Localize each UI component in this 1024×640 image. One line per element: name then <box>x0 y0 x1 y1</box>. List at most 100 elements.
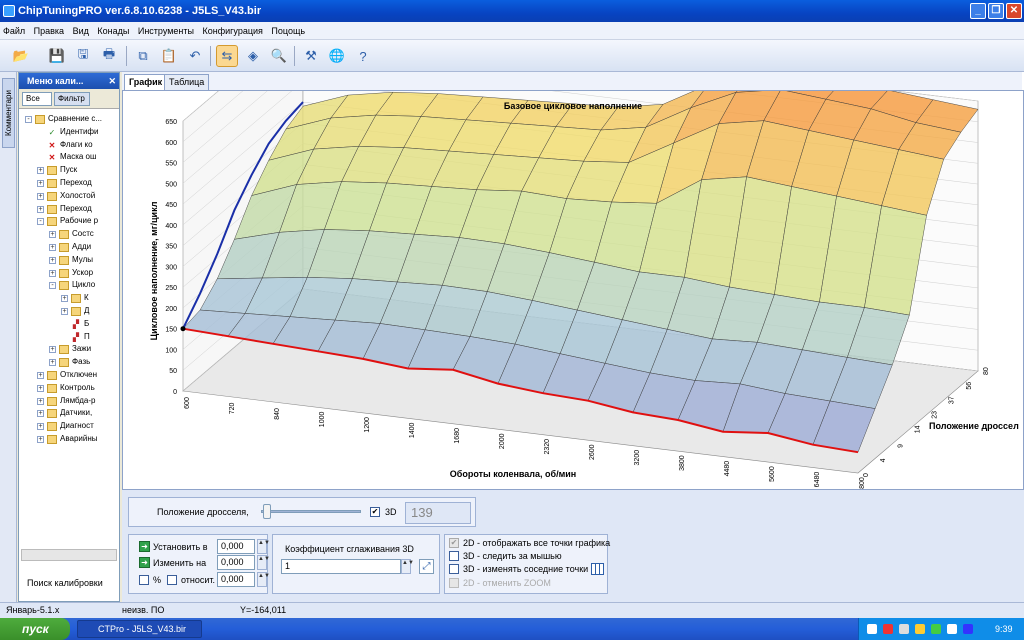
menu-tools[interactable]: Инструменты <box>135 22 197 40</box>
tree-item[interactable]: - Рабочие р <box>21 215 117 228</box>
compare-icon[interactable]: ⇆ <box>216 45 238 67</box>
tree-item[interactable]: ▞ Б <box>21 318 117 331</box>
tree-item[interactable]: + Фазь <box>21 356 117 369</box>
relative-checkbox[interactable] <box>167 575 177 585</box>
relative-input[interactable]: 0,000 <box>217 572 255 587</box>
tree-item[interactable]: ▞ П <box>21 331 117 344</box>
tab-graph[interactable]: График <box>124 74 168 90</box>
minimize-icon[interactable]: _ <box>970 3 986 19</box>
tree-item[interactable]: ✕ Флаги ко <box>21 139 117 152</box>
menu-help[interactable]: Поцощь <box>268 22 308 40</box>
search-icon[interactable]: 🔍 <box>268 45 290 67</box>
open-icon[interactable]: 📂 <box>10 45 32 67</box>
tree-item[interactable]: + К <box>21 292 117 305</box>
set-to-label[interactable]: Установить в <box>153 542 208 552</box>
expand-icon[interactable]: + <box>49 346 56 354</box>
expand-icon[interactable]: + <box>49 359 56 367</box>
expand-icon[interactable]: + <box>49 256 56 264</box>
tree-item[interactable]: + Датчики, <box>21 407 117 420</box>
tree-item[interactable]: + Контроль <box>21 382 117 395</box>
save-icon[interactable]: 💾 <box>46 45 68 67</box>
tree-item[interactable]: - Цикло <box>21 279 117 292</box>
collapse-icon[interactable]: - <box>49 282 56 290</box>
opt-follow-mouse-checkbox[interactable] <box>449 551 459 561</box>
calibration-search-label[interactable]: Поиск калибровки <box>27 578 103 588</box>
percent-checkbox[interactable] <box>139 575 149 585</box>
tray-icon-5[interactable] <box>931 624 941 634</box>
tree-item[interactable]: + Ускор <box>21 267 117 280</box>
set-to-spinner[interactable]: ▲▼ <box>257 539 270 554</box>
tree-item[interactable]: + Диагност <box>21 420 117 433</box>
tree-item[interactable]: + Зажи <box>21 343 117 356</box>
expand-icon[interactable]: + <box>49 243 56 251</box>
smoothing-input[interactable]: 1 <box>281 559 401 574</box>
throttle-slider-thumb[interactable] <box>263 504 271 519</box>
expand-icon[interactable]: + <box>37 192 44 200</box>
tray-icon-7[interactable] <box>963 624 973 634</box>
tree-item[interactable]: - Сравнение с... <box>21 113 117 126</box>
expand-icon[interactable]: + <box>49 231 56 239</box>
help-icon[interactable]: ? <box>352 45 374 67</box>
tray-icon-3[interactable] <box>899 624 909 634</box>
menu-view[interactable]: Вид <box>70 22 92 40</box>
close-icon[interactable]: ✕ <box>1006 3 1022 19</box>
change-by-label[interactable]: Изменить на <box>153 558 206 568</box>
expand-icon[interactable]: + <box>37 371 44 379</box>
taskbar-item-ctpro[interactable]: CTPro - J5LS_V43.bir <box>77 620 202 638</box>
tree-item[interactable]: + Аварийны <box>21 433 117 446</box>
tree-item[interactable]: + Пуск <box>21 164 117 177</box>
tray-icon-4[interactable] <box>915 624 925 634</box>
opt-cancel-zoom-checkbox[interactable] <box>449 578 459 588</box>
tray-icon-2[interactable] <box>883 624 893 634</box>
collapse-icon[interactable]: - <box>25 116 32 123</box>
expand-icon[interactable]: + <box>37 410 44 418</box>
tray-icon-6[interactable] <box>947 624 957 634</box>
smooth-apply-icon[interactable]: ⤢ <box>419 559 434 574</box>
expand-icon[interactable]: + <box>37 179 44 187</box>
menu-commands[interactable]: Конады <box>94 22 132 40</box>
tree-item[interactable]: ✓ Идентифи <box>21 126 117 139</box>
expand-icon[interactable]: + <box>37 423 44 431</box>
undo-icon[interactable]: ↶ <box>184 45 206 67</box>
change-by-input[interactable]: 0,000 <box>217 555 255 570</box>
filter-button[interactable]: Фильтр <box>54 92 90 106</box>
grid-icon[interactable] <box>591 563 604 575</box>
checkbox-3d[interactable]: ✔ <box>370 507 380 517</box>
copy-icon[interactable]: ⧉ <box>132 45 154 67</box>
tree-item[interactable]: + Переход <box>21 177 117 190</box>
opt-neighbor-points-checkbox[interactable] <box>449 564 459 574</box>
change-by-icon[interactable]: ➜ <box>139 557 150 568</box>
filter-all[interactable]: Все <box>22 92 52 106</box>
expand-icon[interactable]: + <box>37 167 44 175</box>
expand-icon[interactable]: + <box>37 435 44 443</box>
start-button[interactable]: пуск <box>0 618 70 640</box>
selected-point[interactable] <box>180 326 186 332</box>
opt-all-points-checkbox[interactable]: ✔ <box>449 538 459 548</box>
collapse-icon[interactable]: - <box>37 218 44 226</box>
maximize-icon[interactable]: ❐ <box>988 3 1004 19</box>
chart-frame[interactable]: 0 50 100 150 200 250 300 350 400 450 500 550 600 650 6… <box>122 18 1024 493</box>
tree-horizontal-scrollbar[interactable] <box>21 549 117 561</box>
expand-icon[interactable]: + <box>37 397 44 405</box>
expand-icon[interactable]: + <box>61 295 68 303</box>
save-as-icon[interactable]: 🖫 <box>72 45 94 67</box>
diamond-icon[interactable]: ◈ <box>242 45 264 67</box>
menu-config[interactable]: Конфигурация <box>200 22 266 40</box>
tree-item[interactable]: + Мулы <box>21 254 117 267</box>
tree-item[interactable]: + Лямбда-р <box>21 395 117 408</box>
menu-file[interactable]: Файл <box>0 22 28 40</box>
set-to-input[interactable]: 0,000 <box>217 539 255 554</box>
tab-table[interactable]: Таблица <box>164 74 210 90</box>
expand-icon[interactable]: + <box>37 205 44 213</box>
expand-icon[interactable]: + <box>61 307 68 315</box>
smoothing-spinner[interactable]: ▲▼ <box>401 559 414 574</box>
surface-chart[interactable]: 0 50 100 150 200 250 300 350 400 450 500 550 600 650 6… <box>123 18 1023 493</box>
tools-icon[interactable]: ⚒ <box>300 45 322 67</box>
comments-tab[interactable]: Комментари <box>2 78 15 148</box>
tree-item[interactable]: + Адди <box>21 241 117 254</box>
tree-item[interactable]: + Отключен <box>21 369 117 382</box>
tray-icon-1[interactable] <box>867 624 877 634</box>
panel-close-icon[interactable]: ✕ <box>108 73 116 89</box>
print-icon[interactable]: 🖶 <box>98 45 120 67</box>
set-to-icon[interactable]: ➜ <box>139 541 150 552</box>
